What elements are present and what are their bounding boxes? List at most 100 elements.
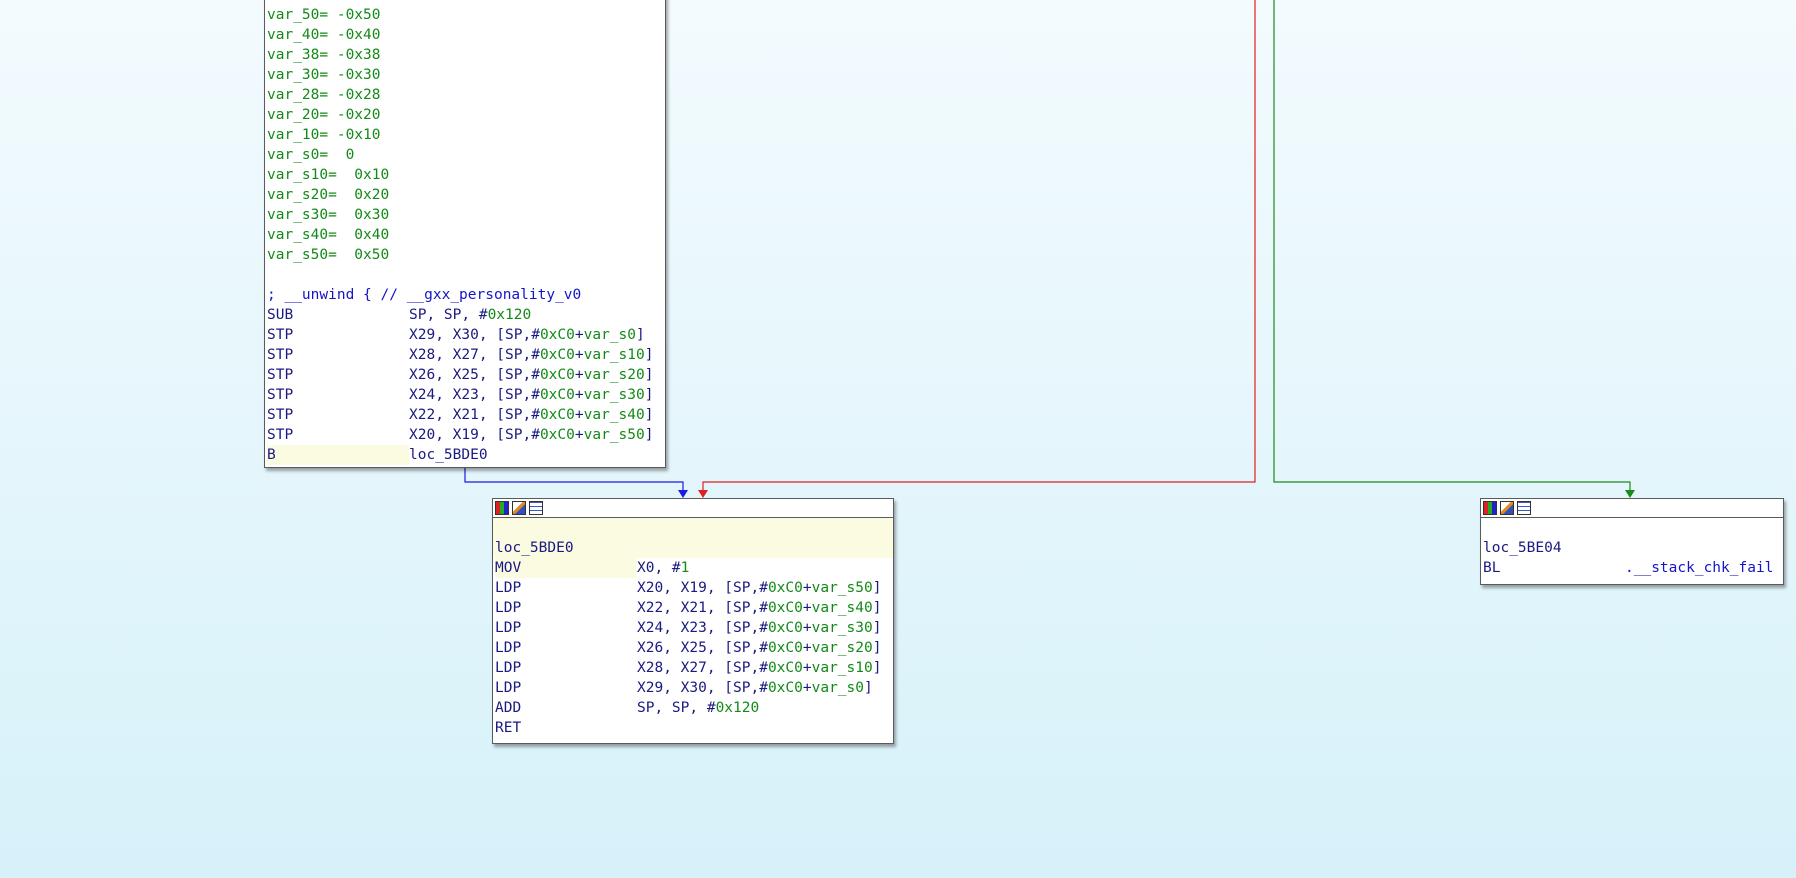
variable-name[interactable]: var_30= bbox=[267, 67, 328, 83]
mnemonic: STP bbox=[267, 327, 294, 343]
graph-overview-icon[interactable] bbox=[1517, 501, 1531, 515]
operand-token: X29, X30, [SP,# bbox=[409, 327, 540, 343]
variable-name[interactable]: var_38= bbox=[267, 47, 328, 63]
stack-variable[interactable]: var_s20= 0x20 bbox=[265, 185, 665, 205]
variable-name[interactable]: var_s50= bbox=[267, 247, 337, 263]
operand-token: ] bbox=[644, 407, 654, 423]
variable-offset: 0x10 bbox=[336, 167, 390, 183]
operand-token: 0xC0 bbox=[539, 427, 575, 443]
operand-token: 0xC0 bbox=[539, 347, 575, 363]
instruction-line[interactable]: STP X29, X30, [SP,#0xC0+var_s0] bbox=[265, 325, 665, 345]
operand-token: X22, X21, [SP,# bbox=[409, 407, 540, 423]
instruction-line[interactable]: RET bbox=[493, 718, 893, 738]
edit-pencil-icon[interactable] bbox=[1500, 501, 1514, 515]
basic-block-loc-5bde0[interactable]: loc_5BDE0 MOV X0, #1 LDP X20, X19, [SP,#0xC… bbox=[492, 498, 894, 744]
instruction-line[interactable]: SUB SP, SP, #0x120 bbox=[265, 305, 665, 325]
stack-variable[interactable]: var_50= -0x50 bbox=[265, 5, 665, 25]
instruction-line[interactable]: LDP X20, X19, [SP,#0xC0+var_s50] bbox=[493, 578, 893, 598]
block-label[interactable]: loc_5BDE0 bbox=[493, 538, 893, 558]
instruction-line[interactable]: STP X26, X25, [SP,#0xC0+var_s20] bbox=[265, 365, 665, 385]
variable-name[interactable]: var_28= bbox=[267, 87, 328, 103]
variable-name[interactable]: var_20= bbox=[267, 107, 328, 123]
operand-token: SP, SP, # bbox=[409, 307, 488, 323]
block-header bbox=[1481, 499, 1783, 518]
variable-name[interactable]: var_s0= bbox=[267, 147, 328, 163]
operands: X0, #1 bbox=[637, 558, 689, 578]
instruction-line[interactable]: ADD SP, SP, #0x120 bbox=[493, 698, 893, 718]
stack-variable[interactable]: var_40= -0x40 bbox=[265, 25, 665, 45]
variable-name[interactable]: var_50= bbox=[267, 7, 328, 23]
operand-token: ] bbox=[644, 367, 654, 383]
variable-name[interactable]: var_s20= bbox=[267, 187, 337, 203]
operand-token: ] bbox=[636, 327, 645, 343]
instruction-line[interactable]: STP X20, X19, [SP,#0xC0+var_s50] bbox=[265, 425, 665, 445]
stack-variable[interactable]: var_20= -0x20 bbox=[265, 105, 665, 125]
variable-name[interactable]: var_40= bbox=[267, 27, 328, 43]
variable-offset: 0x50 bbox=[336, 247, 390, 263]
operand-token: 0xC0 bbox=[539, 407, 575, 423]
block-label[interactable]: loc_5BE04 bbox=[1481, 538, 1783, 558]
operand-token: X20, X19, [SP,# bbox=[637, 580, 768, 596]
mnemonic: LDP bbox=[495, 660, 522, 676]
instruction-line[interactable]: BL .__stack_chk_fail bbox=[1481, 558, 1783, 578]
instruction-line[interactable]: Bloc_5BDE0 bbox=[265, 445, 665, 465]
operand-token: var_s10 bbox=[583, 347, 645, 363]
stack-variable[interactable]: var_s40= 0x40 bbox=[265, 225, 665, 245]
edit-pencil-icon[interactable] bbox=[512, 501, 526, 515]
instruction-line[interactable]: LDP X26, X25, [SP,#0xC0+var_s20] bbox=[493, 638, 893, 658]
stack-variable[interactable]: var_s0= 0 bbox=[265, 145, 665, 165]
edge-false-branch bbox=[698, 0, 1256, 498]
stack-variable[interactable]: var_30= -0x30 bbox=[265, 65, 665, 85]
stack-variable[interactable]: var_s10= 0x10 bbox=[265, 165, 665, 185]
operand-token: SP, SP, # bbox=[637, 700, 716, 716]
graph-overview-icon[interactable] bbox=[529, 501, 543, 515]
variable-name[interactable]: var_10= bbox=[267, 127, 328, 143]
basic-block-loc-5be04[interactable]: loc_5BE04 BL .__stack_chk_fail bbox=[1480, 498, 1784, 585]
basic-block-prologue[interactable]: var_50= -0x50 var_40= -0x40 var_38= -0x38 v… bbox=[264, 0, 666, 468]
instruction-line[interactable]: LDP X29, X30, [SP,#0xC0+var_s0] bbox=[493, 678, 893, 698]
stack-variable[interactable]: var_10= -0x10 bbox=[265, 125, 665, 145]
mnemonic: MOV bbox=[495, 558, 637, 578]
variable-offset: -0x20 bbox=[328, 107, 381, 123]
operand-token: 0xC0 bbox=[767, 640, 803, 656]
instruction-line[interactable]: LDP X28, X27, [SP,#0xC0+var_s10] bbox=[493, 658, 893, 678]
stack-variable[interactable]: var_s30= 0x30 bbox=[265, 205, 665, 225]
edge-unconditional bbox=[464, 466, 688, 498]
operand-token: 0xC0 bbox=[539, 327, 575, 343]
variable-name[interactable]: var_s40= bbox=[267, 227, 337, 243]
operand-token: + bbox=[574, 407, 584, 423]
variable-name[interactable]: var_s30= bbox=[267, 207, 337, 223]
mnemonic: LDP bbox=[495, 680, 522, 696]
instruction-line[interactable]: STP X28, X27, [SP,#0xC0+var_s10] bbox=[265, 345, 665, 365]
instruction-line[interactable]: STP X24, X23, [SP,#0xC0+var_s30] bbox=[265, 385, 665, 405]
mnemonic: ADD bbox=[495, 700, 522, 716]
operand-token: var_s50 bbox=[583, 427, 645, 443]
mnemonic: STP bbox=[267, 347, 294, 363]
stack-variable[interactable]: var_s50= 0x50 bbox=[265, 245, 665, 265]
variable-name[interactable]: var_s10= bbox=[267, 167, 337, 183]
instruction-line[interactable]: LDP X22, X21, [SP,#0xC0+var_s40] bbox=[493, 598, 893, 618]
stack-variable[interactable]: var_28= -0x28 bbox=[265, 85, 665, 105]
operand-token: X29, X30, [SP,# bbox=[637, 680, 768, 696]
operands: X20, X19, [SP,#0xC0+var_s50] bbox=[409, 425, 653, 445]
variable-offset: -0x28 bbox=[328, 87, 381, 103]
instruction-line[interactable]: LDP X24, X23, [SP,#0xC0+var_s30] bbox=[493, 618, 893, 638]
operands: X28, X27, [SP,#0xC0+var_s10] bbox=[409, 345, 653, 365]
operand-token: + bbox=[574, 427, 584, 443]
operand-token: + bbox=[574, 367, 584, 383]
operand-token: var_s40 bbox=[811, 600, 873, 616]
operand-token: 0x120 bbox=[715, 700, 760, 716]
operand-token: + bbox=[574, 347, 584, 363]
instruction-line[interactable]: MOV X0, #1 bbox=[493, 558, 893, 578]
stack-variable[interactable]: var_38= -0x38 bbox=[265, 45, 665, 65]
variable-offset: -0x38 bbox=[328, 47, 381, 63]
color-palette-icon[interactable] bbox=[1483, 501, 1497, 515]
operand-token: var_s30 bbox=[811, 620, 873, 636]
operands: X24, X23, [SP,#0xC0+var_s30] bbox=[409, 385, 653, 405]
mnemonic: SUB bbox=[267, 307, 294, 323]
variable-offset: -0x50 bbox=[328, 7, 381, 23]
instruction-line[interactable]: STP X22, X21, [SP,#0xC0+var_s40] bbox=[265, 405, 665, 425]
color-palette-icon[interactable] bbox=[495, 501, 509, 515]
operands: X22, X21, [SP,#0xC0+var_s40] bbox=[409, 405, 653, 425]
